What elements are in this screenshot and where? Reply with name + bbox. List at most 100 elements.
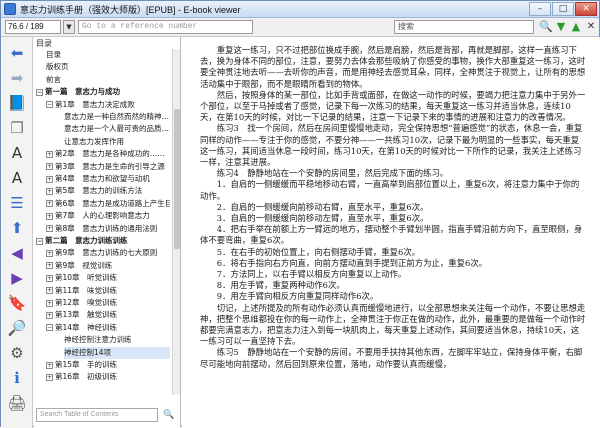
toc-item[interactable]: + 第16章 初级训练 <box>46 371 170 383</box>
expand-icon[interactable]: + <box>46 299 53 307</box>
expand-icon[interactable]: + <box>46 262 53 270</box>
toc-item[interactable]: 让意志力发挥作用 <box>64 136 170 148</box>
paragraph: 5．在右手的初始位置上，向右侧摆动手臂，重复6次。 <box>216 246 421 257</box>
toc-item-label: 第7章 人的心理影响意志力 <box>55 211 150 221</box>
paragraph: 8．用左手臂，重复两种动作6次。 <box>216 280 345 291</box>
toc-item[interactable]: 版权页 <box>46 61 170 73</box>
expand-icon[interactable]: + <box>46 311 53 319</box>
toc-item-label: 第14章 神经训练 <box>55 322 118 332</box>
toc-item[interactable]: 神经控制14项 <box>64 346 170 359</box>
minimize-button[interactable]: – <box>529 2 551 16</box>
expand-icon[interactable]: + <box>46 249 53 257</box>
library-icon[interactable]: 📘 <box>6 93 28 113</box>
toc-item[interactable]: − 第二篇 意志力训练训练 <box>36 235 170 247</box>
next-chapter-icon[interactable]: ▶ <box>6 268 28 288</box>
app-icon <box>4 3 16 15</box>
toc-item[interactable]: 目录 <box>46 49 170 61</box>
preferences-icon[interactable]: ⚙ <box>6 343 28 363</box>
toc-item-label: 第5章 意志力的训练方法 <box>55 186 143 196</box>
expand-icon[interactable]: + <box>46 175 53 183</box>
toc-item[interactable]: + 第5章 意志力的训练方法 <box>46 185 170 197</box>
toc-item[interactable]: − 第1章 意志力决定成败 <box>46 99 170 111</box>
page-number-input[interactable]: 76.6 / 189 <box>5 20 61 34</box>
maximize-button[interactable]: □ <box>552 2 574 16</box>
chevron-down-icon[interactable]: ▼ <box>63 20 75 34</box>
toc-item-label: 第9章 意志力训练的七大原则 <box>55 248 158 258</box>
toc-item-label: 意志力是一种自然而然的精神…… <box>64 112 170 121</box>
toc-item-label: 第13章 触觉训练 <box>55 310 118 320</box>
print-icon[interactable]: 🖨 <box>6 393 28 413</box>
toc-search-input[interactable]: Search Table of Contents <box>36 408 158 422</box>
paragraph: 3．自肩的一侧缓缓向前移动左臂，直至水平，重复6次。 <box>216 213 429 224</box>
toc-icon[interactable]: ☰ <box>6 193 28 213</box>
expand-icon[interactable]: + <box>46 373 53 381</box>
expand-icon[interactable]: + <box>46 287 53 295</box>
toc-item[interactable]: + 第10章 听觉训练 <box>46 272 170 284</box>
font-larger-icon[interactable]: A <box>6 143 28 163</box>
toc-item[interactable]: + 第2章 意志力是各种成功的…… <box>46 148 170 160</box>
toc-item-label: 第16章 初级训练 <box>55 372 118 382</box>
toc-item[interactable]: + 第9章 视觉训练 <box>46 260 170 272</box>
toc-scrollbar-thumb[interactable] <box>174 109 180 249</box>
expand-icon[interactable]: + <box>46 200 53 208</box>
toc-item[interactable]: +第6章 意志力是成功道路上产生巨…… <box>46 198 170 210</box>
toc-item[interactable]: 神经控制注意力训练 <box>64 334 170 346</box>
toc-item[interactable]: + 第11章 味觉训练 <box>46 285 170 297</box>
find-previous-icon[interactable]: ▲ <box>569 20 583 34</box>
toc-item[interactable]: + 第13章 触觉训练 <box>46 309 170 321</box>
paragraph: 练习3 找一个房间，然后在房间里慢慢地走动，完全保持思想“普遍感觉”的状态，休息… <box>200 123 583 168</box>
search-input[interactable]: 搜索 <box>394 20 534 34</box>
toc-item[interactable]: − 第14章 神经训练 <box>46 322 170 334</box>
toc-item[interactable]: 意志力是一种自然而然的精神…… <box>64 111 170 123</box>
clear-search-icon[interactable]: ✕ <box>584 20 598 34</box>
font-smaller-icon[interactable]: A <box>6 168 28 188</box>
paragraph: 练习5 静静地站在一个安静的房间，不要用手扶持其他东西，左脚牢牢站立，保持身体平… <box>200 347 583 369</box>
search-icon[interactable]: 🔍 <box>539 20 553 34</box>
expand-icon[interactable]: + <box>46 225 53 233</box>
goto-reference-input[interactable]: Go to a reference number <box>78 20 253 34</box>
paragraph: 练习4 静静地站在一个安静的房间里，然后完成下面的练习。 <box>216 168 449 179</box>
collapse-icon[interactable]: − <box>46 101 53 109</box>
toc-item[interactable]: 前言 <box>46 74 170 86</box>
expand-icon[interactable]: + <box>46 274 53 282</box>
search-icon[interactable]: 🔍 <box>161 408 177 422</box>
previous-page-icon[interactable]: ⬆ <box>6 218 28 238</box>
expand-icon[interactable]: + <box>46 163 53 171</box>
collapse-icon[interactable]: − <box>36 237 43 245</box>
toc-item-label: 神经控制注意力训练 <box>64 335 132 345</box>
previous-chapter-icon[interactable]: ◀ <box>6 243 28 263</box>
toc-item[interactable]: + 第3章 意志力是生命的引导之源 <box>46 161 170 173</box>
find-next-icon[interactable]: ▼ <box>554 20 568 34</box>
toc-item-label: 版权页 <box>46 62 69 72</box>
bookmark-icon[interactable]: 🔖 <box>6 293 28 313</box>
collapse-icon[interactable]: − <box>46 324 53 332</box>
toc-item-label: 第6章 意志力是成功道路上产生巨…… <box>55 198 170 208</box>
forward-arrow-icon[interactable]: ➡ <box>6 68 28 88</box>
expand-icon[interactable]: + <box>46 150 53 158</box>
toc-item-label: 第8章 意志力训练的通用法则 <box>55 223 158 233</box>
table-of-contents-panel: 目录 目录 版权页 前言 − 第一篇 意志力与成功 − 第1章 意志力决定成败 意志力是一种自… <box>34 37 181 427</box>
back-arrow-icon[interactable]: ⬅ <box>6 43 28 63</box>
window-title: 意志力训练手册（强效大师版）[EPUB] - E-book viewer <box>20 4 241 15</box>
toc-item-label: 神经控制14项 <box>64 347 112 357</box>
expand-icon[interactable]: + <box>46 187 53 195</box>
toc-item[interactable]: + 第7章 人的心理影响意志力 <box>46 210 170 222</box>
toc-item[interactable]: − 第一篇 意志力与成功 <box>36 86 170 98</box>
toc-item[interactable]: + 第15章 手的训练 <box>46 359 170 371</box>
expand-icon[interactable]: + <box>46 361 53 369</box>
toc-item-label: 让意志力发挥作用 <box>64 136 124 146</box>
toc-scrollbar[interactable] <box>172 49 180 395</box>
info-icon[interactable]: ℹ <box>6 368 28 388</box>
paragraph: 4．把右手举在前额上方一臂远的地方，摆动整个手臂划半圆，指直手臂沿前方向下，直至… <box>200 224 583 246</box>
expand-icon[interactable]: + <box>46 212 53 220</box>
toc-item[interactable]: + 第9章 意志力训练的七大原则 <box>46 247 170 259</box>
close-button[interactable]: ✕ <box>575 2 597 16</box>
toc-item[interactable]: + 第4章 意志力和欲望与动机 <box>46 173 170 185</box>
collapse-icon[interactable]: − <box>36 88 43 96</box>
toc-item[interactable]: + 第8章 意志力训练的通用法则 <box>46 223 170 235</box>
toc-item-label: 第3章 意志力是生命的引导之源 <box>55 161 165 171</box>
copy-icon[interactable]: ❐ <box>6 118 28 138</box>
toc-item[interactable]: 意志力是一个人最可贵的品质…… <box>64 123 170 135</box>
toc-item[interactable]: + 第12章 嗅觉训练 <box>46 297 170 309</box>
reference-icon[interactable]: 🔎 <box>6 318 28 338</box>
